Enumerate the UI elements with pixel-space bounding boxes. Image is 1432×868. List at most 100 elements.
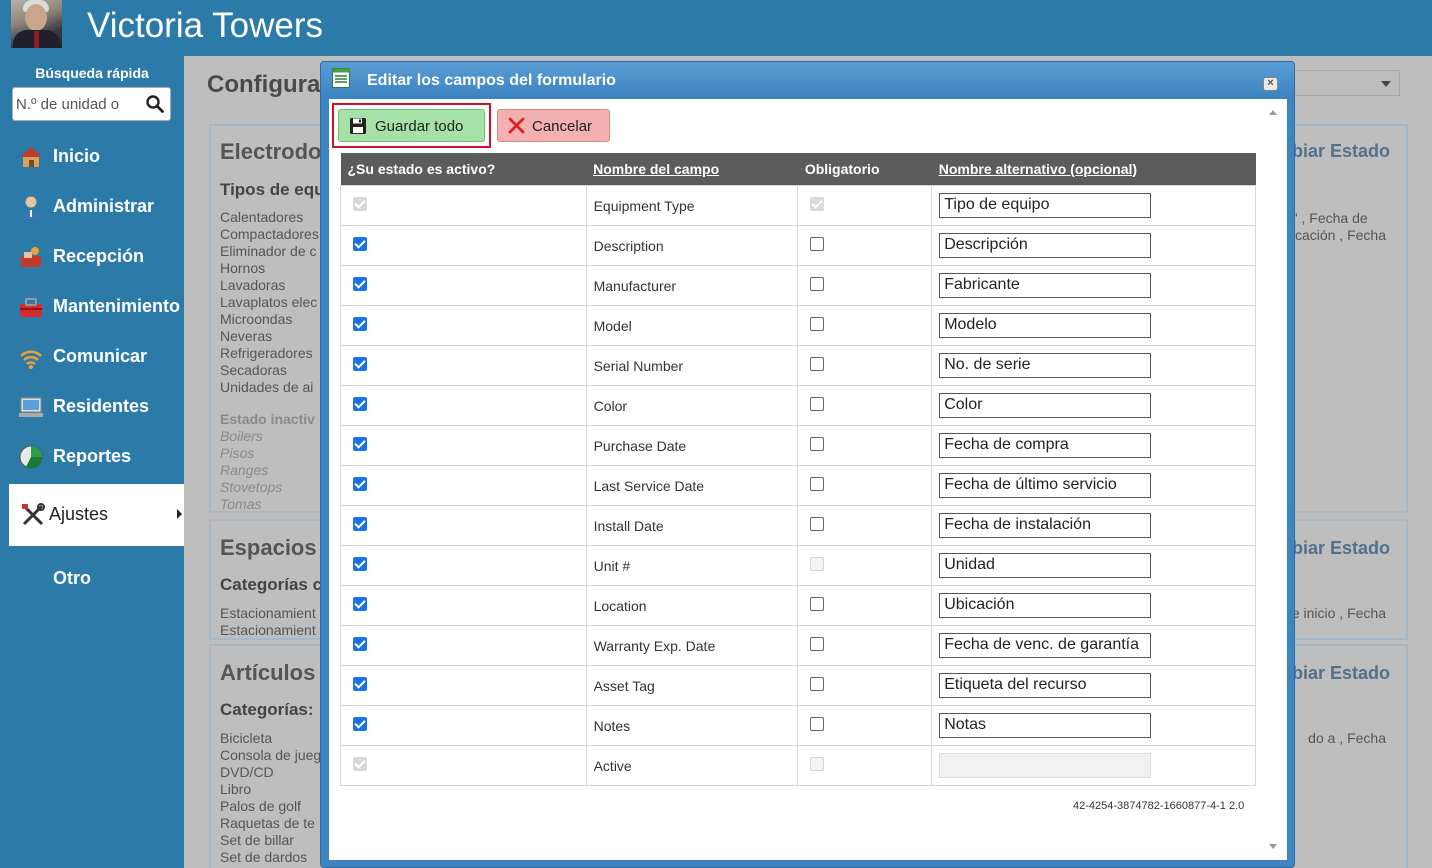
alt-name-input[interactable]	[939, 592, 1152, 618]
tools-icon	[22, 503, 45, 526]
list-item[interactable]: Libro	[220, 781, 321, 798]
required-checkbox[interactable]	[810, 317, 825, 332]
column-header-alt-name[interactable]: Nombre alternativo (opcional)	[931, 153, 1256, 185]
alt-name-input[interactable]	[939, 312, 1152, 338]
category-list: Estacionamient Estacionamient	[220, 605, 316, 639]
required-checkbox[interactable]	[810, 637, 825, 652]
active-checkbox[interactable]	[353, 717, 367, 732]
active-checkbox[interactable]	[353, 397, 367, 412]
alt-name-input[interactable]	[939, 672, 1152, 698]
required-checkbox[interactable]	[810, 517, 825, 532]
active-checkbox[interactable]	[353, 277, 367, 292]
sidebar-item-ajustes[interactable]: Ajustes	[9, 484, 184, 546]
list-item[interactable]: Raquetas de te	[220, 815, 321, 832]
active-checkbox[interactable]	[353, 317, 367, 332]
required-checkbox[interactable]	[810, 597, 825, 612]
list-item[interactable]: Bicicleta	[220, 730, 321, 747]
save-all-button[interactable]: Guardar todo	[338, 109, 485, 142]
dialog-titlebar[interactable]: Editar los campos del formulario ×	[321, 62, 1294, 98]
required-checkbox[interactable]	[810, 437, 825, 452]
search-icon[interactable]	[146, 95, 164, 113]
list-item[interactable]: Lavadoras	[220, 277, 319, 294]
alt-name-input[interactable]	[939, 472, 1152, 498]
cancel-button[interactable]: Cancelar	[497, 109, 610, 142]
alt-name-input[interactable]	[939, 512, 1152, 538]
list-item[interactable]: Set de dardos	[220, 849, 321, 866]
active-cell	[340, 344, 587, 386]
list-item[interactable]: Tomas	[220, 496, 282, 513]
column-header-field-name[interactable]: Nombre del campo	[586, 153, 798, 185]
required-checkbox[interactable]	[810, 717, 825, 732]
edit-form-fields-dialog: Editar los campos del formulario × Guard…	[320, 61, 1295, 868]
scroll-up-arrow-icon[interactable]	[1269, 110, 1277, 115]
sidebar-item-mantenimiento[interactable]: Mantenimiento	[0, 282, 184, 332]
list-item[interactable]: Consola de jueg	[220, 747, 321, 764]
change-status-link[interactable]: biar Estado	[1292, 538, 1390, 559]
active-checkbox[interactable]	[353, 637, 367, 652]
list-item[interactable]: Compactadores	[220, 226, 319, 243]
section-fields-text: e inicio , Fecha	[1292, 605, 1386, 622]
change-status-link[interactable]: biar Estado	[1292, 663, 1390, 684]
sidebar: Búsqueda rápida Inicio Administrar Recep…	[0, 56, 184, 868]
active-checkbox[interactable]	[353, 357, 367, 372]
list-item[interactable]: Lavaplatos elec	[220, 294, 319, 311]
sidebar-item-recepcion[interactable]: Recepción	[0, 232, 184, 282]
active-checkbox[interactable]	[353, 677, 367, 692]
alt-name-input[interactable]	[939, 632, 1152, 658]
list-item[interactable]: Microondas	[220, 311, 319, 328]
list-item[interactable]: Estacionamient	[220, 605, 316, 622]
required-cell	[797, 264, 933, 306]
active-checkbox[interactable]	[353, 237, 367, 252]
column-header-active: ¿Su estado es activo?	[340, 153, 587, 185]
active-checkbox[interactable]	[353, 517, 367, 532]
required-checkbox[interactable]	[810, 477, 825, 492]
list-item[interactable]: Estacionamient	[220, 622, 316, 639]
change-status-link[interactable]: biar Estado	[1292, 141, 1390, 162]
list-item[interactable]: Palos de golf	[220, 798, 321, 815]
required-checkbox[interactable]	[810, 397, 825, 412]
list-item[interactable]: Set de billar	[220, 832, 321, 849]
list-item[interactable]: Hornos	[220, 260, 319, 277]
page-select[interactable]	[1284, 70, 1400, 96]
alt-name-input[interactable]	[939, 232, 1152, 258]
active-checkbox[interactable]	[353, 477, 367, 492]
sidebar-item-inicio[interactable]: Inicio	[0, 132, 184, 182]
list-item[interactable]: Stovetops	[220, 479, 282, 496]
required-checkbox[interactable]	[810, 357, 825, 372]
list-item[interactable]: Calentadores	[220, 209, 319, 226]
alt-name-input[interactable]	[939, 272, 1152, 298]
scroll-down-arrow-icon[interactable]	[1269, 844, 1277, 849]
app-title: Victoria Towers	[87, 6, 324, 45]
sidebar-item-comunicar[interactable]: Comunicar	[0, 332, 184, 382]
list-item[interactable]: Boilers	[220, 428, 282, 445]
list-item[interactable]: Eliminador de c	[220, 243, 319, 260]
list-item[interactable]: Neveras	[220, 328, 319, 345]
sidebar-item-otro[interactable]: Otro	[0, 554, 184, 604]
list-item[interactable]: Secadoras	[220, 362, 319, 379]
fields-text-line: ' , Fecha de	[1294, 210, 1368, 226]
alt-name-input[interactable]	[939, 552, 1152, 578]
required-checkbox[interactable]	[810, 677, 825, 692]
alt-name-input[interactable]	[939, 392, 1152, 418]
active-checkbox[interactable]	[353, 437, 367, 452]
list-item[interactable]: DVD/CD	[220, 764, 321, 781]
sidebar-item-residentes[interactable]: Residentes	[0, 382, 184, 432]
quick-search-input[interactable]	[16, 92, 141, 116]
required-checkbox[interactable]	[810, 237, 825, 252]
user-avatar[interactable]	[11, 0, 62, 48]
list-item[interactable]: Unidades de ai	[220, 379, 319, 396]
alt-name-input[interactable]	[939, 712, 1152, 738]
alt-name-input[interactable]	[939, 352, 1152, 378]
sidebar-item-administrar[interactable]: Administrar	[0, 182, 184, 232]
active-checkbox[interactable]	[353, 597, 367, 612]
alt-name-input[interactable]	[939, 432, 1152, 458]
list-item[interactable]: Ranges	[220, 462, 282, 479]
close-button[interactable]: ×	[1263, 77, 1278, 91]
alt-name-input[interactable]	[939, 192, 1152, 218]
field-name-cell: Active	[585, 744, 799, 786]
list-item[interactable]: Pisos	[220, 445, 282, 462]
required-checkbox[interactable]	[810, 277, 825, 292]
list-item[interactable]: Refrigeradores	[220, 345, 319, 362]
active-checkbox[interactable]	[353, 557, 367, 572]
sidebar-item-reportes[interactable]: Reportes	[0, 432, 184, 482]
